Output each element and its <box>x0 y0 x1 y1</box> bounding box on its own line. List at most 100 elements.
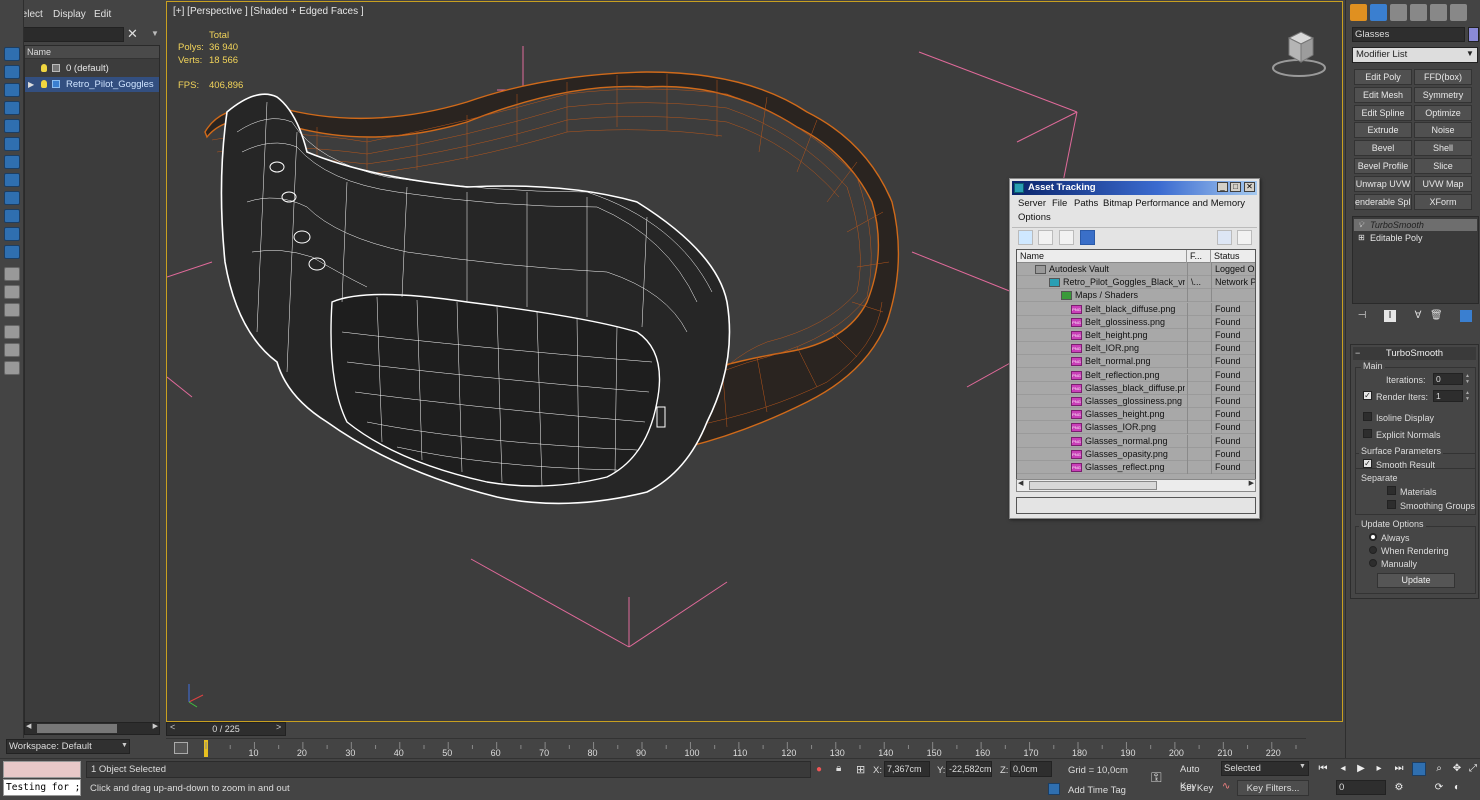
display-spacewarps-icon[interactable] <box>4 155 20 169</box>
maximize-viewport-icon[interactable]: ⤢ <box>1466 762 1480 776</box>
hierarchy-tab-icon[interactable] <box>1390 4 1407 21</box>
layer-filter-icon[interactable] <box>4 343 20 357</box>
spinner-arrows-icon[interactable]: ▲ ▼ <box>1465 390 1471 402</box>
table-row[interactable]: PNG Glasses_black_diffuse.png Found <box>1017 381 1255 395</box>
detail-view-icon[interactable] <box>1059 230 1074 245</box>
table-row[interactable]: Retro_Pilot_Goggles_Black_vr... \... Netwo… <box>1017 276 1255 290</box>
next-frame-icon[interactable]: ▸ <box>1372 762 1386 776</box>
chevron-down-icon[interactable]: ▼ <box>121 742 128 749</box>
chevron-right-icon[interactable]: > <box>276 722 281 732</box>
current-frame-field[interactable]: 0 <box>1336 780 1386 795</box>
column-header-name[interactable]: Name <box>1017 250 1187 263</box>
configure-sets-icon[interactable] <box>1460 310 1472 322</box>
utilities-tab-icon[interactable] <box>1450 4 1467 21</box>
table-row[interactable]: PNG Glasses_glossiness.png Found <box>1017 395 1255 408</box>
show-end-result-icon[interactable]: I <box>1384 310 1396 322</box>
go-to-end-icon[interactable]: ⏭ <box>1392 762 1406 776</box>
display-groups-icon[interactable] <box>4 173 20 187</box>
x-coord-field[interactable]: 7,367cm <box>884 761 930 777</box>
display-none-icon[interactable] <box>4 267 20 281</box>
scroll-right-icon[interactable]: ▶ <box>153 722 158 730</box>
trackbar-ruler[interactable]: 10 20 30 40 50 60 70 80 90 100 110 120 130 140 150 160 1… <box>204 739 1304 759</box>
viewcube-icon[interactable] <box>1271 28 1327 78</box>
modifier-button[interactable]: Edit Poly <box>1354 69 1412 85</box>
pan-icon[interactable]: ✥ <box>1450 762 1464 776</box>
maximize-icon[interactable]: □ <box>1230 182 1241 192</box>
display-cameras-icon[interactable] <box>4 119 20 133</box>
refresh-icon[interactable] <box>1018 230 1033 245</box>
menu-options[interactable]: Options <box>1018 212 1051 223</box>
table-row[interactable]: PNG Belt_reflection.png Found <box>1017 368 1255 382</box>
expand-plus-icon[interactable]: ⊞ <box>1358 232 1365 244</box>
auto-key-button[interactable]: Auto Key <box>1180 761 1218 792</box>
scroll-left-icon[interactable]: ◀ <box>1018 479 1023 487</box>
rollout-title[interactable]: TurboSmooth <box>1353 347 1476 360</box>
scroll-right-icon[interactable]: ▶ <box>1249 479 1254 487</box>
add-time-tag-button[interactable]: Add Time Tag <box>1068 785 1126 796</box>
absolute-mode-icon[interactable]: ⊞ <box>856 763 868 776</box>
update-button[interactable]: Update <box>1377 573 1455 588</box>
chevron-left-icon[interactable]: < <box>170 722 175 732</box>
settings-icon[interactable] <box>1237 230 1252 245</box>
modifier-list-dropdown[interactable]: Modifier List <box>1352 47 1478 63</box>
modifier-button[interactable]: Shell <box>1414 140 1472 157</box>
lock-icon[interactable] <box>4 361 20 375</box>
modifier-button[interactable]: Optimize <box>1414 104 1472 121</box>
modifier-button[interactable]: Slice <box>1414 158 1472 174</box>
workspace-selector[interactable]: Workspace: Default <box>6 739 130 754</box>
stack-item-turbosmooth[interactable]: 💡︎ TurboSmooth <box>1354 219 1477 231</box>
modifier-button[interactable]: XForm <box>1414 193 1472 210</box>
menu-server[interactable]: Server <box>1018 198 1046 209</box>
pin-stack-icon[interactable]: ⊣ <box>1356 310 1368 322</box>
field-of-view-icon[interactable]: ◐ <box>1450 781 1464 795</box>
maxscript-input[interactable]: Testing for ; <box>3 779 81 796</box>
display-xrefs-icon[interactable] <box>4 191 20 205</box>
filter-icon[interactable] <box>4 325 20 339</box>
explicit-normals-checkbox[interactable] <box>1363 429 1372 438</box>
key-mode-select[interactable]: Selected <box>1221 761 1309 776</box>
object-name-field[interactable] <box>1352 27 1465 42</box>
chevron-down-icon[interactable]: ▼ <box>151 29 159 38</box>
collapse-icon[interactable]: − <box>1355 348 1360 358</box>
table-row[interactable]: Autodesk Vault Logged Out <box>1017 263 1255 276</box>
stack-item-editable-poly[interactable]: ⊞ Editable Poly <box>1354 232 1477 244</box>
go-to-start-icon[interactable]: ⏮ <box>1316 762 1330 776</box>
time-config-icon[interactable]: ⚙ <box>1392 781 1406 795</box>
close-icon[interactable]: ✕ <box>1244 182 1255 192</box>
key-filters-button[interactable]: Key Filters... <box>1237 780 1309 796</box>
z-coord-field[interactable]: 0,0cm <box>1010 761 1052 777</box>
column-header-status[interactable]: Status <box>1211 250 1255 263</box>
chevron-down-icon[interactable]: ▼ <box>1466 49 1474 58</box>
modifier-button[interactable]: UVW Map <box>1414 175 1472 192</box>
lightbulb-icon[interactable] <box>41 64 47 72</box>
modifier-button[interactable]: Symmetry <box>1414 86 1472 103</box>
modifier-button[interactable]: Edit Mesh <box>1354 86 1412 103</box>
display-bones-icon[interactable] <box>4 209 20 223</box>
table-row[interactable]: PNG Glasses_height.png Found <box>1017 408 1255 422</box>
select-icon[interactable] <box>4 47 20 61</box>
display-helpers-icon[interactable] <box>4 137 20 151</box>
table-row[interactable]: PNG Belt_glossiness.png Found <box>1017 315 1255 329</box>
table-row[interactable]: PNG Glasses_IOR.png Found <box>1017 421 1255 435</box>
menu-paths[interactable]: Paths <box>1074 198 1098 209</box>
motion-tab-icon[interactable] <box>1410 4 1427 21</box>
modify-tab-icon[interactable] <box>1370 4 1387 21</box>
y-coord-field[interactable]: -22,582cm <box>946 761 992 777</box>
modifier-button[interactable]: Edit Spline <box>1354 104 1412 121</box>
horizontal-scrollbar[interactable]: ◀ ▶ <box>24 722 160 735</box>
minimize-icon[interactable]: _ <box>1217 182 1228 192</box>
spinner-arrows-icon[interactable]: ▲ ▼ <box>1465 373 1471 385</box>
modifier-button[interactable]: enderable Splin <box>1354 193 1412 210</box>
set-key-button[interactable]: Set Key <box>1180 780 1218 797</box>
display-tab-icon[interactable] <box>1430 4 1447 21</box>
expand-arrow-icon[interactable]: ▶ <box>28 77 34 92</box>
menu-bitmap-performance[interactable]: Bitmap Performance and Memory <box>1103 198 1245 209</box>
sort-icon[interactable] <box>4 303 20 317</box>
menu-file[interactable]: File <box>1052 198 1067 209</box>
curve-editor-icon[interactable] <box>174 742 188 754</box>
table-row[interactable]: PNG Glasses_reflect.png Found <box>1017 461 1255 474</box>
modifier-button[interactable]: Extrude <box>1354 122 1412 139</box>
lightbulb-icon[interactable]: 💡︎ <box>1358 219 1364 231</box>
time-tag-icon[interactable] <box>1048 783 1060 795</box>
list-view-icon[interactable] <box>1038 230 1053 245</box>
